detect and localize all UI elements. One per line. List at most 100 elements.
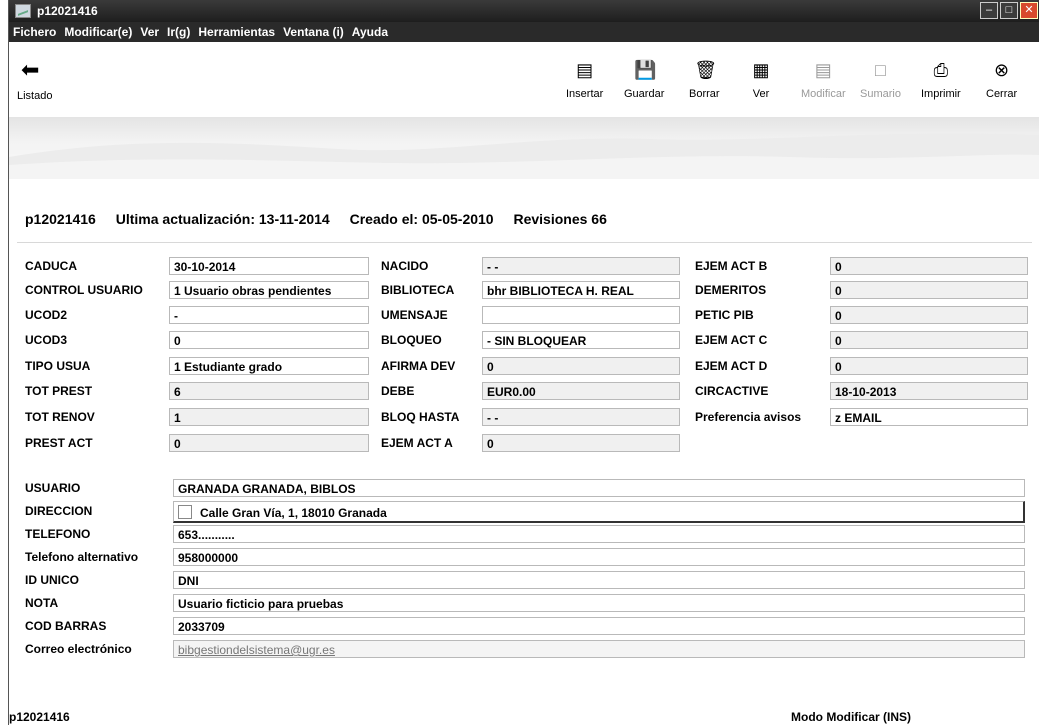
tipo-usua-label: TIPO USUA [25, 359, 91, 373]
umensaje-field[interactable] [482, 306, 680, 324]
insertar-button[interactable]: ▤ Insertar [566, 60, 603, 100]
bloqueo-field[interactable]: - SIN BLOQUEAR [482, 331, 680, 349]
sumario-button[interactable]: □ Sumario [860, 60, 901, 100]
menu-modificar[interactable]: Modificar(e) [64, 25, 132, 39]
telefono-field[interactable]: 653........... [173, 525, 1025, 543]
control-usuario-field[interactable]: 1 Usuario obras pendientes [169, 281, 369, 299]
direccion-label: DIRECCION [25, 504, 93, 518]
close-window-button[interactable]: ✕ [1020, 2, 1038, 19]
tot-prest-label: TOT PREST [25, 384, 93, 398]
menu-ayuda[interactable]: Ayuda [352, 25, 388, 39]
minimize-button[interactable]: – [980, 2, 998, 19]
cod-barras-field[interactable]: 2033709 [173, 617, 1025, 635]
view-icon: ▦ [752, 60, 770, 80]
direccion-checkbox[interactable] [178, 505, 192, 519]
tot-renov-field: 1 [169, 408, 369, 426]
debe-label: DEBE [381, 384, 415, 398]
biblioteca-field[interactable]: bhr BIBLIOTECA H. REAL [482, 281, 680, 299]
nota-field[interactable]: Usuario ficticio para pruebas [173, 594, 1025, 612]
demeritos-label: DEMERITOS [695, 283, 767, 297]
preferencia-avisos-label: Preferencia avisos [695, 410, 802, 424]
borrar-button[interactable]: 🗑 Borrar [689, 60, 720, 100]
nacido-field: - - [482, 257, 680, 275]
revisions-count: Revisiones 66 [513, 211, 607, 227]
circactive-label: CIRCACTIVE [695, 384, 769, 398]
divider [17, 242, 1032, 243]
modify-icon: ▤ [814, 60, 832, 80]
listado-label: Listado [17, 90, 53, 102]
menu-herramientas[interactable]: Herramientas [198, 25, 275, 39]
maximize-button[interactable]: □ [1000, 2, 1018, 19]
imprimir-button[interactable]: ⎙ Imprimir [921, 60, 961, 100]
direccion-value: Calle Gran Vía, 1, 18010 Granada [200, 506, 387, 520]
insertar-label: Insertar [566, 88, 604, 100]
caduca-field[interactable]: 30-10-2014 [169, 257, 369, 275]
tipo-usua-field[interactable]: 1 Estudiante grado [169, 357, 369, 375]
ejem-act-d-field: 0 [830, 357, 1028, 375]
usuario-field[interactable]: GRANADA GRANADA, BIBLOS [173, 479, 1025, 497]
ejem-act-c-field: 0 [830, 331, 1028, 349]
ver-label: Ver [752, 88, 770, 100]
title-bar: p12021416 – □ ✕ [9, 0, 1039, 22]
tot-renov-label: TOT RENOV [25, 410, 95, 424]
imprimir-label: Imprimir [921, 88, 961, 100]
prest-act-label: PREST ACT [25, 436, 93, 450]
guardar-label: Guardar [624, 88, 665, 100]
menu-ver[interactable]: Ver [140, 25, 159, 39]
ucod3-field[interactable]: 0 [169, 331, 369, 349]
window-title: p12021416 [37, 4, 98, 18]
petic-pib-field: 0 [830, 306, 1028, 324]
menu-ventana[interactable]: Ventana (i) [283, 25, 344, 39]
ejem-act-a-field: 0 [482, 434, 680, 452]
listado-button[interactable]: ⬅ Listado [17, 59, 53, 103]
bloq-hasta-field: - - [482, 408, 680, 426]
circactive-field: 18-10-2013 [830, 382, 1028, 400]
cerrar-label: Cerrar [986, 88, 1018, 100]
ejem-act-a-label: EJEM ACT A [381, 436, 453, 450]
preferencia-avisos-field[interactable]: z EMAIL [830, 408, 1028, 426]
printer-icon: ⎙ [933, 60, 949, 80]
correo-link[interactable]: bibgestiondelsistema@ugr.es [173, 640, 1025, 658]
status-mode: Modo Modificar (INS) [791, 710, 911, 724]
menu-bar: Fichero Modificar(e) Ver Ir(g) Herramien… [9, 22, 1039, 42]
trash-icon: 🗑 [694, 60, 718, 80]
correo-label: Correo electrónico [25, 642, 132, 656]
borrar-label: Borrar [689, 88, 720, 100]
afirma-dev-label: AFIRMA DEV [381, 359, 456, 373]
id-unico-field[interactable]: DNI [173, 571, 1025, 589]
telefono-alternativo-field[interactable]: 958000000 [173, 548, 1025, 566]
ucod2-field[interactable]: - [169, 306, 369, 324]
telefono-alternativo-label: Telefono alternativo [25, 550, 139, 564]
biblioteca-label: BIBLIOTECA [381, 283, 455, 297]
tot-prest-field: 6 [169, 382, 369, 400]
toolbar: ⬅ Listado ▤ Insertar 💾 Guardar 🗑 Borrar … [9, 42, 1039, 117]
modificar-button[interactable]: ▤ Modificar [801, 60, 846, 100]
app-window: p12021416 – □ ✕ Fichero Modificar(e) Ver… [8, 0, 1039, 725]
insert-icon: ▤ [576, 60, 594, 80]
id-unico-label: ID UNICO [25, 573, 79, 587]
ucod3-label: UCOD3 [25, 333, 68, 347]
guardar-button[interactable]: 💾 Guardar [624, 60, 664, 100]
afirma-dev-field: 0 [482, 357, 680, 375]
cod-barras-label: COD BARRAS [25, 619, 107, 633]
direccion-field[interactable]: Calle Gran Vía, 1, 18010 Granada [173, 501, 1025, 523]
caduca-label: CADUCA [25, 259, 77, 273]
bloq-hasta-label: BLOQ HASTA [381, 410, 460, 424]
landscape-banner-graphic [9, 133, 1039, 179]
menu-ir[interactable]: Ir(g) [167, 25, 190, 39]
nota-label: NOTA [25, 596, 59, 610]
app-icon [15, 4, 31, 18]
modificar-label: Modificar [801, 88, 846, 100]
cerrar-button[interactable]: ⊗ Cerrar [986, 60, 1017, 100]
status-record-id: p12021416 [9, 710, 70, 724]
last-updated: Ultima actualización: 13-11-2014 [115, 211, 330, 227]
ucod2-label: UCOD2 [25, 308, 68, 322]
ejem-act-d-label: EJEM ACT D [695, 359, 768, 373]
usuario-label: USUARIO [25, 481, 81, 495]
menu-fichero[interactable]: Fichero [13, 25, 56, 39]
debe-field: EUR0.00 [482, 382, 680, 400]
control-usuario-label: CONTROL USUARIO [25, 283, 143, 297]
ver-button[interactable]: ▦ Ver [751, 60, 771, 100]
sumario-label: Sumario [860, 88, 901, 100]
petic-pib-label: PETIC PIB [695, 308, 754, 322]
